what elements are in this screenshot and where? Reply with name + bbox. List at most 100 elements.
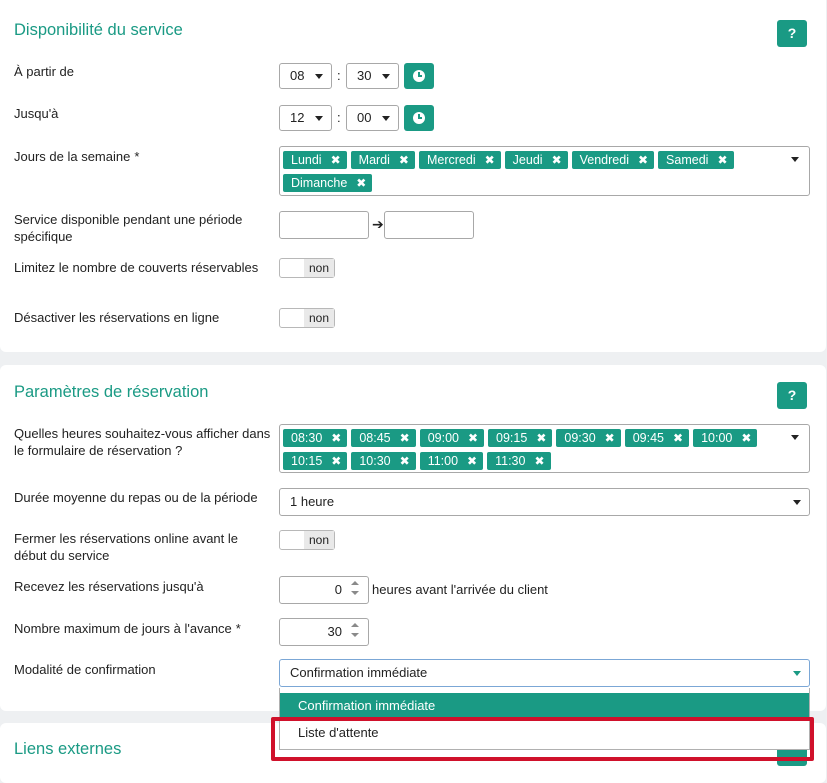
- days-multiselect[interactable]: Lundi ✖ Mardi ✖ Mercredi ✖ Jeudi ✖ Vendredi ✖ Same…: [279, 146, 810, 196]
- from-hour-select[interactable]: 08: [279, 63, 332, 89]
- period-end-input[interactable]: [384, 211, 474, 239]
- hour-tag: 09:45 ✖: [624, 429, 690, 447]
- limit-label: Limitez le nombre de couverts réservable…: [14, 260, 259, 275]
- hour-tag: 11:30 ✖: [487, 452, 551, 470]
- day-tag: Jeudi ✖: [504, 151, 568, 169]
- hour-tag: 11:00 ✖: [419, 452, 484, 470]
- days-label: Jours de la semaine *: [14, 148, 272, 165]
- from-minute-select[interactable]: 30: [346, 63, 399, 89]
- period-start-input[interactable]: [279, 211, 369, 239]
- disable-label: Désactiver les réservations en ligne: [14, 310, 220, 325]
- remove-tag-icon[interactable]: ✖: [468, 429, 478, 447]
- until-hour-select[interactable]: 12: [279, 105, 332, 131]
- arrow-right-icon: ➔: [372, 216, 384, 232]
- day-tag-label: Lundi: [291, 153, 322, 167]
- chevron-down-icon[interactable]: [791, 435, 799, 440]
- day-tag-label: Jeudi: [512, 153, 543, 167]
- hour-tag-label: 09:30: [564, 431, 596, 445]
- disable-toggle[interactable]: non: [279, 308, 335, 328]
- required-mark: *: [134, 149, 140, 164]
- remove-tag-icon[interactable]: ✖: [331, 429, 341, 447]
- hour-tag-label: 10:15: [291, 454, 323, 468]
- chevron-down-icon: [793, 500, 801, 505]
- confirm-select[interactable]: Confirmation immédiate: [279, 659, 810, 687]
- remove-tag-icon[interactable]: ✖: [399, 151, 409, 169]
- hour-tag-label: 09:45: [632, 431, 664, 445]
- remove-tag-icon[interactable]: ✖: [536, 429, 546, 447]
- confirm-label: Modalité de confirmation: [14, 662, 156, 677]
- day-tag: Lundi ✖: [283, 151, 347, 169]
- remove-tag-icon[interactable]: ✖: [673, 429, 683, 447]
- duration-label: Durée moyenne du repas ou de la période: [14, 490, 258, 505]
- day-tag-label: Vendredi: [579, 153, 629, 167]
- max-days-label: Nombre maximum de jours à l'avance *: [14, 620, 272, 637]
- chevron-down-icon: [315, 116, 323, 121]
- remove-tag-icon[interactable]: ✖: [331, 151, 341, 169]
- remove-tag-icon[interactable]: ✖: [400, 452, 410, 470]
- remove-tag-icon[interactable]: ✖: [467, 452, 477, 470]
- chevron-down-icon[interactable]: [791, 157, 799, 162]
- hour-tag: 08:30 ✖: [283, 429, 348, 447]
- duration-select[interactable]: 1 heure: [279, 488, 810, 516]
- from-minute-value: 30: [357, 68, 372, 83]
- period-label: Service disponible pendant une période s…: [14, 212, 243, 244]
- hour-tag-label: 08:30: [291, 431, 323, 445]
- close-toggle[interactable]: non: [279, 530, 335, 550]
- until-minute-select[interactable]: 00: [346, 105, 399, 131]
- days-label-text: Jours de la semaine: [14, 149, 131, 164]
- close-label: Fermer les réservations online avant le …: [14, 531, 238, 563]
- remove-tag-icon[interactable]: ✖: [638, 151, 648, 169]
- hours-multiselect[interactable]: 08:30 ✖ 08:45 ✖ 09:00 ✖ 09:15 ✖ 09:30 ✖ 09:45 ✖ 10:0…: [279, 424, 810, 473]
- max-days-input[interactable]: 30: [279, 618, 369, 646]
- hour-tag-label: 09:00: [427, 431, 459, 445]
- stepper-arrows-icon[interactable]: [351, 623, 359, 637]
- chevron-down-icon: [793, 671, 801, 676]
- remove-tag-icon[interactable]: ✖: [605, 429, 615, 447]
- limit-toggle-state: non: [304, 259, 334, 277]
- confirm-value: Confirmation immédiate: [290, 665, 428, 680]
- receive-hours-value: 0: [334, 582, 342, 597]
- receive-hours-input[interactable]: 0: [279, 576, 369, 604]
- hour-tag: 09:30 ✖: [556, 429, 621, 447]
- booking-title: Paramètres de réservation: [14, 383, 209, 401]
- receive-suffix: heures avant l'arrivée du client: [372, 582, 548, 597]
- booking-help-button[interactable]: ?: [777, 382, 807, 409]
- receive-label: Recevez les réservations jusqu'à: [14, 579, 204, 594]
- confirm-options-list: Confirmation immédiate Liste d'attente: [279, 688, 810, 750]
- remove-tag-icon[interactable]: ✖: [741, 429, 751, 447]
- remove-tag-icon[interactable]: ✖: [400, 429, 410, 447]
- from-label: À partir de: [14, 64, 74, 79]
- hour-tag-label: 11:00: [427, 454, 459, 468]
- limit-toggle[interactable]: non: [279, 258, 335, 278]
- day-tag-label: Mercredi: [426, 153, 476, 167]
- until-minute-value: 00: [357, 110, 372, 125]
- chevron-down-icon: [382, 116, 390, 121]
- remove-tag-icon[interactable]: ✖: [356, 174, 366, 192]
- disable-toggle-state: non: [304, 309, 334, 327]
- time-separator: :: [337, 68, 341, 83]
- remove-tag-icon[interactable]: ✖: [552, 151, 562, 169]
- option-immediate[interactable]: Confirmation immédiate: [280, 693, 809, 719]
- availability-help-button[interactable]: ?: [777, 20, 807, 47]
- availability-title: Disponibilité du service: [14, 21, 183, 39]
- hours-label: Quelles heures souhaitez-vous afficher d…: [14, 426, 271, 458]
- option-waitlist[interactable]: Liste d'attente: [280, 720, 809, 746]
- chevron-down-icon: [382, 74, 390, 79]
- day-tag: Mardi ✖: [350, 151, 415, 169]
- day-tag-label: Mardi: [358, 153, 390, 167]
- from-clock-button[interactable]: [404, 63, 434, 89]
- max-days-label-text: Nombre maximum de jours à l'avance: [14, 621, 232, 636]
- time-separator: :: [337, 110, 341, 125]
- hour-tag-label: 08:45: [359, 431, 391, 445]
- until-hour-value: 12: [290, 110, 305, 125]
- day-tag: Vendredi ✖: [571, 151, 655, 169]
- max-days-value: 30: [327, 624, 342, 639]
- remove-tag-icon[interactable]: ✖: [717, 151, 727, 169]
- hour-tag: 09:00 ✖: [419, 429, 485, 447]
- remove-tag-icon[interactable]: ✖: [331, 452, 341, 470]
- duration-value: 1 heure: [290, 494, 335, 509]
- remove-tag-icon[interactable]: ✖: [534, 452, 544, 470]
- remove-tag-icon[interactable]: ✖: [485, 151, 495, 169]
- stepper-arrows-icon[interactable]: [351, 581, 359, 595]
- until-clock-button[interactable]: [404, 105, 434, 131]
